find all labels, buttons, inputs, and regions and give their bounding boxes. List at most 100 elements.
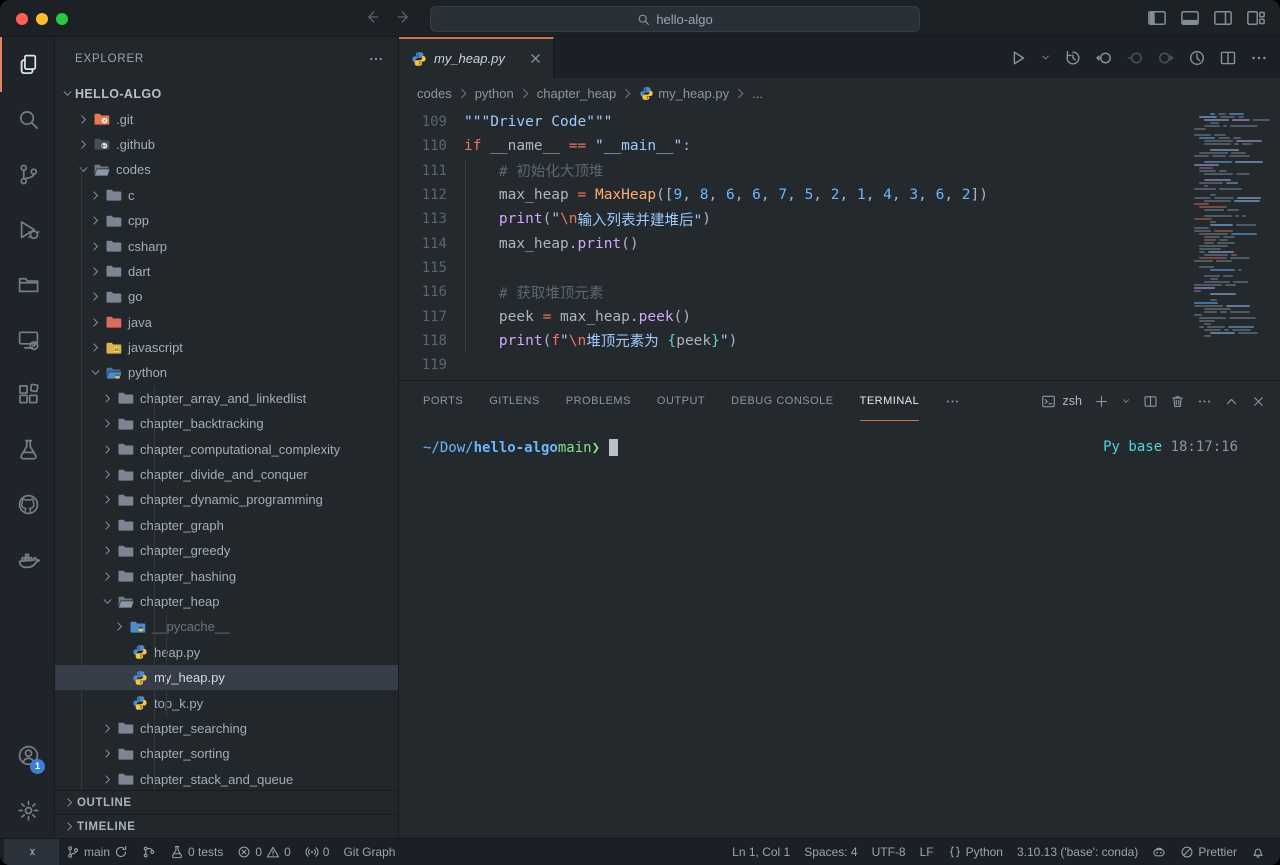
terminal[interactable]: ~/Dow/hello-algo main ❯ Py base 18:17:16 xyxy=(399,421,1280,838)
chevron-right-icon[interactable] xyxy=(99,468,115,481)
status-prettier[interactable]: Prettier xyxy=(1173,839,1244,865)
code-line-112[interactable]: 112 max_heap = MaxHeap([9, 8, 6, 6, 7, 5… xyxy=(399,183,1280,207)
chevron-right-icon[interactable] xyxy=(87,214,103,227)
chevron-right-icon[interactable] xyxy=(87,341,103,354)
panel-trash-icon[interactable] xyxy=(1170,394,1185,409)
status-git-graph-label[interactable]: Git Graph xyxy=(336,839,402,865)
panel-close-icon[interactable] xyxy=(1251,394,1266,409)
breadcrumb-python[interactable]: python xyxy=(475,86,514,101)
panel-tab-problems[interactable]: PROBLEMS xyxy=(566,381,631,421)
panel-plus-icon[interactable] xyxy=(1094,394,1109,409)
chevron-down-icon[interactable] xyxy=(75,163,91,176)
gitlens-blame-icon[interactable] xyxy=(1188,49,1206,67)
tab-my-heap[interactable]: my_heap.py xyxy=(399,37,554,78)
chevron-right-icon[interactable] xyxy=(87,316,103,329)
tree-item-chapter-hashing[interactable]: chapter_hashing xyxy=(55,563,398,588)
tree-item-dart[interactable]: dart xyxy=(55,259,398,284)
layout-custom-icon[interactable] xyxy=(1246,8,1266,28)
zoom-window-button[interactable] xyxy=(56,13,68,25)
panel-tab-gitlens[interactable]: GITLENS xyxy=(489,381,540,421)
tree-item-hello-algo[interactable]: HELLO-ALGO xyxy=(55,81,398,106)
code-line-113[interactable]: 113 print("\n输入列表并建堆后") xyxy=(399,207,1280,231)
code-line-114[interactable]: 114 max_heap.print() xyxy=(399,231,1280,255)
tree-item-top-k-py[interactable]: top_k.py xyxy=(55,690,398,715)
panel-tab-ports[interactable]: PORTS xyxy=(423,381,463,421)
chevron-right-icon[interactable] xyxy=(99,544,115,557)
activity-run-and-debug[interactable] xyxy=(0,202,54,257)
close-window-button[interactable] xyxy=(16,13,28,25)
nav-forward-icon[interactable] xyxy=(396,8,414,26)
status-indentation[interactable]: Spaces: 4 xyxy=(797,839,864,865)
chevron-right-icon[interactable] xyxy=(87,290,103,303)
activity-project-folder[interactable] xyxy=(0,257,54,312)
status-language-mode[interactable]: Python xyxy=(941,839,1010,865)
tree-item-chapter-array-and-linkedlist[interactable]: chapter_array_and_linkedlist xyxy=(55,386,398,411)
zsh-terminal-icon[interactable] xyxy=(1041,394,1056,409)
chevron-down-icon[interactable] xyxy=(99,595,115,608)
layout-sidebar-left-icon[interactable] xyxy=(1147,8,1167,28)
tree-item-c[interactable]: c xyxy=(55,183,398,208)
tree-item-github[interactable]: .github xyxy=(55,132,398,157)
breadcrumb--[interactable]: ... xyxy=(752,86,763,101)
code-editor[interactable]: 109"""Driver Code"""110if __name__ == "_… xyxy=(399,108,1280,380)
status-problems[interactable]: 00 xyxy=(230,839,297,865)
chevron-right-icon[interactable] xyxy=(99,519,115,532)
tree-item-my-heap-py[interactable]: my_heap.py xyxy=(55,665,398,690)
panel-chev-up-icon[interactable] xyxy=(1224,394,1239,409)
chevron-right-icon[interactable] xyxy=(99,417,115,430)
tree-item-chapter-divide-and-conquer[interactable]: chapter_divide_and_conquer xyxy=(55,462,398,487)
section-timeline[interactable]: TIMELINE xyxy=(55,814,398,838)
chevron-down-icon[interactable] xyxy=(87,366,103,379)
breadcrumb-my-heap-py[interactable]: my_heap.py xyxy=(639,86,729,101)
activity-docker[interactable] xyxy=(0,532,54,587)
breadcrumb-codes[interactable]: codes xyxy=(417,86,452,101)
tree-item-cpp[interactable]: cpp xyxy=(55,208,398,233)
activity-settings[interactable] xyxy=(0,783,54,838)
chevron-right-icon[interactable] xyxy=(99,443,115,456)
chevron-down-icon[interactable] xyxy=(59,87,75,100)
chevron-right-icon[interactable] xyxy=(99,392,115,405)
chevron-right-icon[interactable] xyxy=(99,493,115,506)
previous-change-icon[interactable] xyxy=(1126,49,1144,67)
tree-item-chapter-stack-and-queue[interactable]: chapter_stack_and_queue xyxy=(55,767,398,790)
gitlens-history-icon[interactable] xyxy=(1064,49,1082,67)
split-editor-icon[interactable] xyxy=(1219,49,1237,67)
activity-source-control[interactable] xyxy=(0,147,54,202)
chevron-right-icon[interactable] xyxy=(75,113,91,126)
tree-item-csharp[interactable]: csharp xyxy=(55,233,398,258)
activity-remote-explorer[interactable] xyxy=(0,312,54,367)
status-cursor-position[interactable]: Ln 1, Col 1 xyxy=(725,839,797,865)
tree-item-java[interactable]: java xyxy=(55,310,398,335)
code-line-117[interactable]: 117 peek = max_heap.peek() xyxy=(399,304,1280,328)
chevron-right-icon[interactable] xyxy=(87,240,103,253)
tree-item-chapter-graph[interactable]: chapter_graph xyxy=(55,513,398,538)
code-line-111[interactable]: 111 # 初始化大顶堆 xyxy=(399,159,1280,183)
close-tab-icon[interactable] xyxy=(528,51,543,66)
tree-item-git[interactable]: .git xyxy=(55,106,398,131)
tree-item-chapter-searching[interactable]: chapter_searching xyxy=(55,716,398,741)
panel-tab-terminal[interactable]: TERMINAL xyxy=(860,381,920,421)
status-branch[interactable]: main xyxy=(59,839,135,865)
more-actions-icon[interactable] xyxy=(1250,49,1268,67)
chevron-right-icon[interactable] xyxy=(99,722,115,735)
tree-item-codes[interactable]: codes xyxy=(55,157,398,182)
code-line-110[interactable]: 110if __name__ == "__main__": xyxy=(399,134,1280,158)
activity-github[interactable] xyxy=(0,477,54,532)
tree-item-go[interactable]: go xyxy=(55,284,398,309)
status-feedback[interactable]: 0 xyxy=(298,839,337,865)
activity-explorer[interactable] xyxy=(0,37,54,92)
chevron-right-icon[interactable] xyxy=(87,265,103,278)
panel-ellipsis-icon[interactable] xyxy=(1197,394,1212,409)
minimap[interactable] xyxy=(1194,110,1270,342)
chevron-right-icon[interactable] xyxy=(87,189,103,202)
tree-item-chapter-sorting[interactable]: chapter_sorting xyxy=(55,741,398,766)
activity-extensions[interactable] xyxy=(0,367,54,422)
status-git-graph-button[interactable] xyxy=(135,839,163,865)
tree-item-chapter-dynamic-programming[interactable]: chapter_dynamic_programming xyxy=(55,487,398,512)
tree-item-chapter-heap[interactable]: chapter_heap xyxy=(55,589,398,614)
status-copilot[interactable] xyxy=(1145,839,1173,865)
open-changes-icon[interactable] xyxy=(1095,49,1113,67)
panel-split-icon[interactable] xyxy=(1143,394,1158,409)
status-encoding[interactable]: UTF-8 xyxy=(865,839,913,865)
command-center-search[interactable]: hello-algo xyxy=(430,6,920,32)
